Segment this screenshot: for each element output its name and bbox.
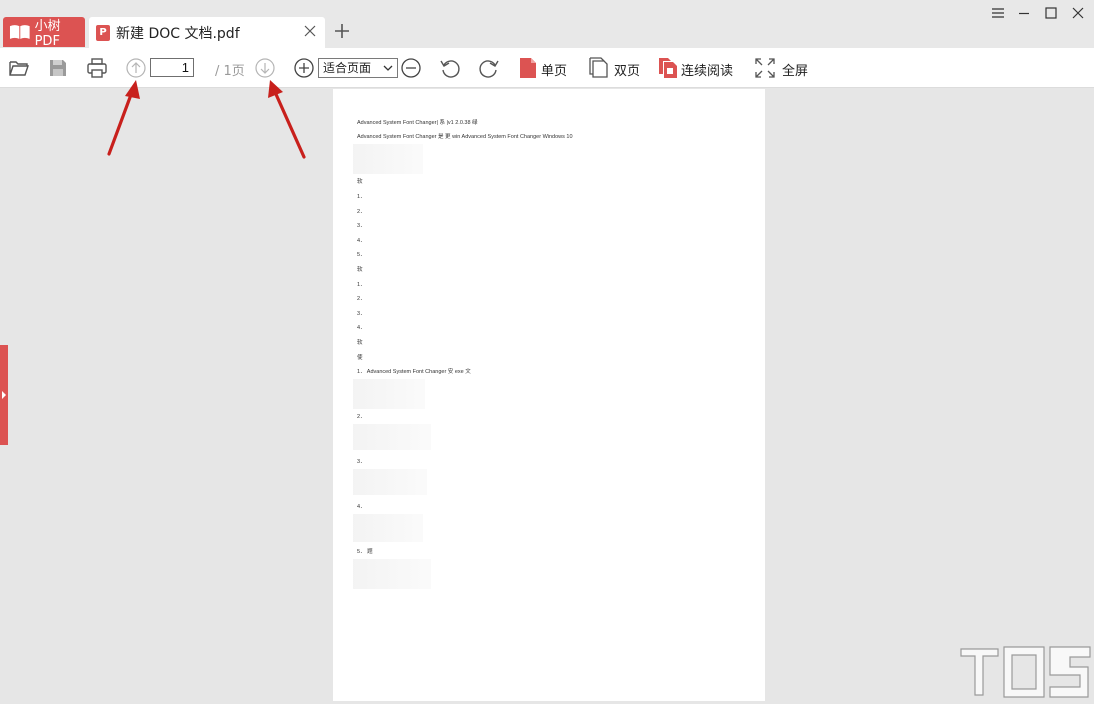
open-folder-icon[interactable] <box>8 57 30 79</box>
app-logo-tab[interactable]: 小树PDF <box>3 17 85 49</box>
print-icon[interactable] <box>86 57 108 79</box>
document-tab-label: 新建 DOC 文档.pdf <box>116 25 240 42</box>
document-line: 3． <box>357 459 366 465</box>
fullscreen-icon[interactable] <box>754 57 776 79</box>
blurred-image <box>353 144 423 174</box>
close-tab-icon[interactable] <box>302 23 318 39</box>
rotate-right-icon[interactable] <box>478 57 500 79</box>
document-line: 2． <box>357 296 366 302</box>
app-name: 小树PDF <box>34 19 61 49</box>
document-line: 5． <box>357 252 366 258</box>
single-page-label[interactable]: 单页 <box>541 60 567 79</box>
blurred-image <box>353 469 427 495</box>
document-line: 使 <box>357 355 363 361</box>
document-line: 1． <box>357 282 366 288</box>
double-page-label[interactable]: 双页 <box>614 60 640 79</box>
continuous-reading-icon[interactable] <box>657 57 679 79</box>
page-number-input[interactable]: 1 <box>150 58 194 77</box>
document-line: 3． <box>357 311 366 317</box>
blurred-image <box>353 559 431 589</box>
chevron-right-icon <box>2 391 6 399</box>
document-line: 4． <box>357 238 366 244</box>
page-total-label: / 1页 <box>215 64 245 79</box>
sidebar-toggle[interactable] <box>0 345 8 445</box>
single-page-icon[interactable] <box>517 57 539 79</box>
window-close-icon[interactable] <box>1068 4 1088 22</box>
blurred-image <box>353 379 425 409</box>
document-line: 3． <box>357 223 366 229</box>
new-tab-plus-icon[interactable] <box>332 21 352 41</box>
fullscreen-label[interactable]: 全屏 <box>782 60 808 79</box>
blurred-image <box>353 424 431 450</box>
rotate-left-icon[interactable] <box>439 57 461 79</box>
title-bar: 小树PDF P 新建 DOC 文档.pdf <box>0 0 1094 49</box>
document-line: Advanced System Font Changer| 系 |v1 2.0.… <box>357 120 478 126</box>
zoom-out-icon[interactable] <box>400 57 422 79</box>
document-line: 4． <box>357 504 366 510</box>
previous-page-icon[interactable] <box>125 57 147 79</box>
book-icon <box>9 25 30 39</box>
chevron-down-icon <box>383 65 393 71</box>
zoom-in-icon[interactable] <box>293 57 315 79</box>
document-line: 软 <box>357 267 363 273</box>
maximize-icon[interactable] <box>1041 4 1061 22</box>
document-line: 软 <box>357 179 363 185</box>
document-line: 软 <box>357 340 363 346</box>
minimize-icon[interactable] <box>1014 4 1034 22</box>
document-line: 2． <box>357 414 366 420</box>
save-icon[interactable] <box>47 57 69 79</box>
arrow-to-previous-page <box>107 80 140 156</box>
document-line: Advanced System Font Changer 是 更 win Adv… <box>357 134 573 140</box>
double-page-icon[interactable] <box>587 57 609 79</box>
next-page-icon[interactable] <box>254 57 276 79</box>
document-line: 5． 题 <box>357 549 373 555</box>
watermark-logo <box>960 646 1091 698</box>
arrow-to-next-page <box>268 80 306 159</box>
document-line: 1． Advanced System Font Changer 安 exe 文 <box>357 369 471 375</box>
continuous-reading-label[interactable]: 连续阅读 <box>681 60 733 79</box>
document-line: 2． <box>357 209 366 215</box>
document-line: 4． <box>357 325 366 331</box>
document-line: 1． <box>357 194 366 200</box>
blurred-image <box>353 514 423 542</box>
menu-icon[interactable] <box>988 4 1008 22</box>
toolbar: 1 / 1页 适合页面 单页 双页 连续阅读 全屏 <box>0 48 1094 88</box>
zoom-select-value: 适合页面 <box>323 61 372 75</box>
zoom-select[interactable]: 适合页面 <box>318 58 398 78</box>
pdf-file-icon: P <box>96 24 110 41</box>
document-tab[interactable]: P 新建 DOC 文档.pdf <box>89 17 325 48</box>
pdf-page: Advanced System Font Changer| 系 |v1 2.0.… <box>333 89 765 701</box>
